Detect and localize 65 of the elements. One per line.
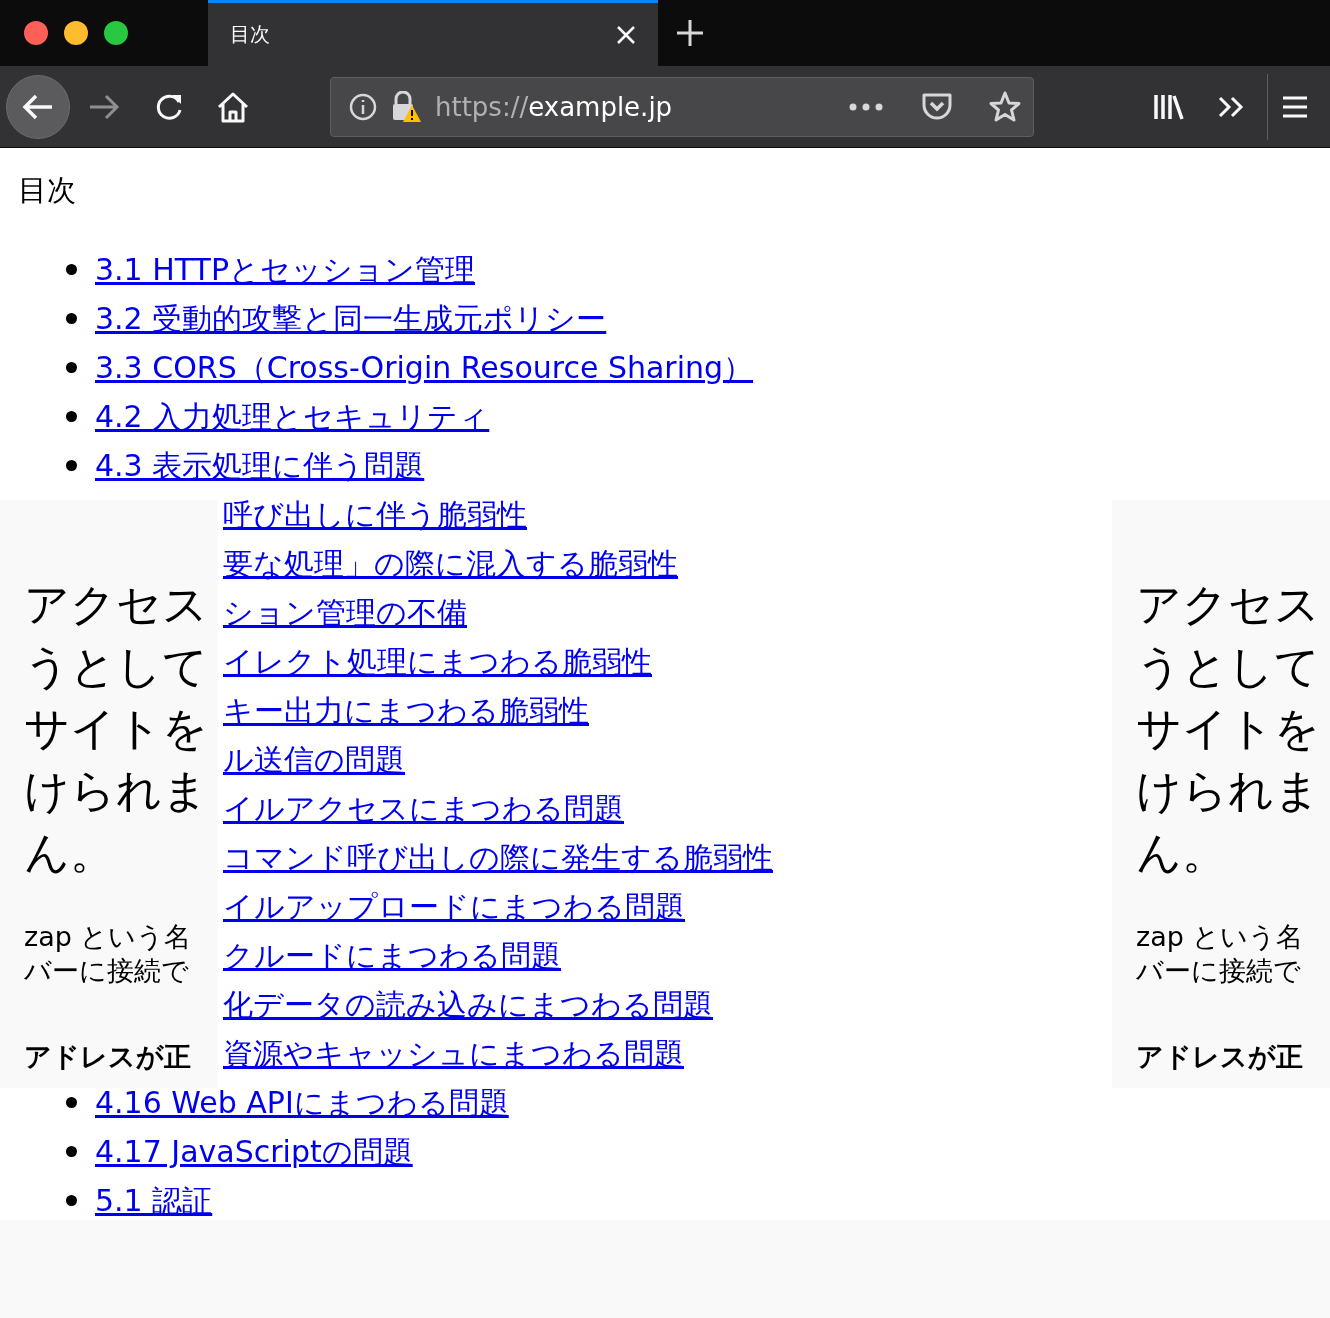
page-heading: 目次 [17, 172, 77, 209]
bullet-icon [66, 264, 77, 275]
bullet-icon [66, 313, 77, 324]
error-text-line: zap という名 [1136, 920, 1305, 954]
error-title-line: けられま [1136, 763, 1321, 819]
bullet-icon [66, 1195, 77, 1206]
bullet-icon [66, 362, 77, 373]
toc-link[interactable]: 要な処理」の際に混入する脆弱性 [223, 543, 678, 584]
error-bold-line: アドレスが正 [24, 1040, 192, 1074]
toc-link[interactable]: 資源やキャッシュにまつわる問題 [223, 1033, 684, 1074]
info-icon[interactable] [349, 92, 377, 121]
back-arrow-icon [22, 92, 54, 121]
toc-link[interactable]: イルアクセスにまつわる問題 [223, 788, 624, 829]
close-icon[interactable] [616, 24, 636, 45]
toc-link[interactable]: ション管理の不備 [223, 592, 467, 633]
error-title-line: サイトを [1136, 701, 1321, 757]
error-title-line: ん。 [24, 825, 116, 881]
browser-tab[interactable]: 目次 [208, 0, 658, 66]
minimize-window-button[interactable] [64, 21, 88, 45]
error-title-line: けられま [24, 763, 209, 819]
error-text-line: バーに接続で [1136, 954, 1302, 988]
zoom-window-button[interactable] [104, 21, 128, 45]
error-title-line: ん。 [1136, 825, 1228, 881]
toc-link[interactable]: 4.16 Web APIにまつわる問題 [95, 1082, 509, 1123]
chevrons-icon[interactable] [1217, 94, 1245, 119]
toc-link[interactable]: イルアップロードにまつわる問題 [223, 886, 685, 927]
toc-link[interactable]: ル送信の問題 [223, 739, 405, 780]
forward-arrow-icon[interactable] [88, 92, 120, 121]
toc-link[interactable]: キー出力にまつわる脆弱性 [223, 690, 589, 731]
error-title-line: うとして [1136, 639, 1321, 695]
address-bar[interactable]: https://example.jp [330, 76, 1034, 137]
toc-link[interactable]: 3.2 受動的攻撃と同一生成元ポリシー [95, 298, 607, 339]
more-options-icon[interactable] [849, 102, 883, 111]
toc-link[interactable]: 5.1 認証 [95, 1180, 213, 1221]
toc-link[interactable]: 4.2 入力処理とセキュリティ [95, 396, 490, 437]
home-icon[interactable] [216, 90, 250, 123]
bullet-icon [66, 1097, 77, 1108]
toc-link[interactable]: クルードにまつわる問題 [223, 935, 561, 976]
plus-icon[interactable] [676, 19, 704, 47]
error-title-line: うとして [24, 639, 209, 695]
pocket-icon[interactable] [921, 91, 953, 122]
tab-title: 目次 [230, 21, 270, 48]
toc-link[interactable]: 4.3 表示処理に伴う問題 [95, 445, 425, 486]
error-text-line: バーに接続で [24, 954, 190, 988]
toc-link[interactable]: コマンド呼び出しの際に発生する脆弱性 [223, 837, 773, 878]
bullet-icon [66, 460, 77, 471]
error-bold-line: アドレスが正 [1136, 1040, 1304, 1074]
menu-icon[interactable] [1282, 95, 1308, 118]
toc-link[interactable]: 化データの読み込みにまつわる問題 [223, 984, 713, 1025]
error-title-line: アクセス [1136, 577, 1321, 633]
url-text: https://example.jp [435, 91, 674, 122]
error-text-line: zap という名 [24, 920, 193, 954]
toc-link[interactable]: 3.1 HTTPとセッション管理 [95, 249, 476, 290]
error-title-line: サイトを [24, 701, 209, 757]
error-title-line: アクセス [24, 577, 209, 633]
bullet-icon [66, 1146, 77, 1157]
lock-warning-icon[interactable] [391, 90, 421, 123]
bullet-icon [66, 411, 77, 422]
star-icon[interactable] [989, 90, 1021, 123]
toc-link[interactable]: 4.17 JavaScriptの問題 [95, 1131, 413, 1172]
close-window-button[interactable] [24, 21, 48, 45]
toc-link[interactable]: 呼び出しに伴う脆弱性 [223, 494, 527, 535]
library-icon[interactable] [1153, 92, 1185, 121]
toc-link[interactable]: イレクト処理にまつわる脆弱性 [223, 641, 652, 682]
toc-link[interactable]: 3.3 CORS（Cross-Origin Resource Sharing） [95, 347, 754, 388]
